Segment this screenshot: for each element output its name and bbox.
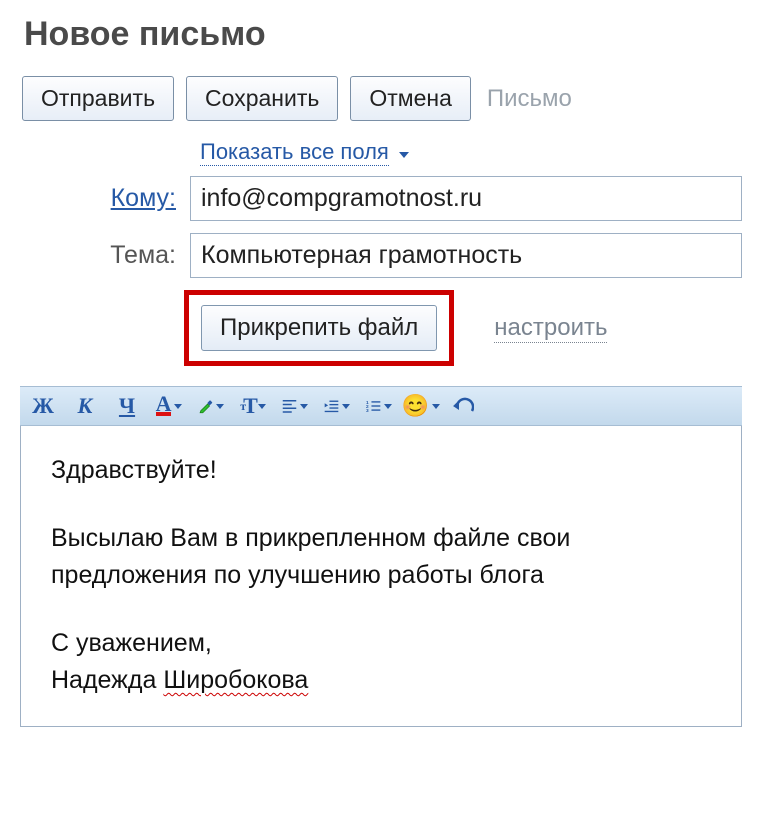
subject-label: Тема: xyxy=(20,241,190,270)
main-toolbar: Отправить Сохранить Отмена Письмо xyxy=(20,72,742,135)
save-button[interactable]: Сохранить xyxy=(186,76,338,121)
text-color-icon[interactable]: А xyxy=(156,393,182,419)
subject-input[interactable] xyxy=(190,233,742,278)
body-paragraph: Высылаю Вам в прикрепленном файле свои п… xyxy=(51,520,711,595)
align-icon[interactable] xyxy=(282,393,308,419)
configure-link[interactable]: настроить xyxy=(494,314,607,343)
bold-icon[interactable]: Ж xyxy=(30,393,56,419)
editor-toolbar: Ж К Ч А тТ 123 😊 xyxy=(20,386,742,426)
send-button[interactable]: Отправить xyxy=(22,76,174,121)
attach-file-button[interactable]: Прикрепить файл xyxy=(201,305,437,351)
svg-text:3: 3 xyxy=(366,408,369,414)
list-icon[interactable]: 123 xyxy=(366,393,392,419)
attach-highlight: Прикрепить файл xyxy=(184,290,454,366)
body-paragraph: Здравствуйте! xyxy=(51,452,711,490)
indent-icon[interactable] xyxy=(324,393,350,419)
spellcheck-mark: Широбокова xyxy=(163,666,308,694)
to-input[interactable] xyxy=(190,176,742,221)
cancel-button[interactable]: Отмена xyxy=(350,76,471,121)
tab-label: Письмо xyxy=(483,85,572,113)
font-size-icon[interactable]: тТ xyxy=(240,393,266,419)
message-body[interactable]: Здравствуйте! Высылаю Вам в прикрепленно… xyxy=(20,426,742,727)
to-label[interactable]: Кому: xyxy=(20,184,190,213)
page-title: Новое письмо xyxy=(20,15,742,54)
chevron-down-icon xyxy=(399,152,409,158)
body-signature: С уважением, Надежда Широбокова xyxy=(51,625,711,700)
underline-icon[interactable]: Ч xyxy=(114,393,140,419)
show-all-fields-link[interactable]: Показать все поля xyxy=(200,139,389,166)
highlight-icon[interactable] xyxy=(198,393,224,419)
undo-icon[interactable] xyxy=(450,393,476,419)
emoji-icon[interactable]: 😊 xyxy=(408,393,434,419)
italic-icon[interactable]: К xyxy=(72,393,98,419)
